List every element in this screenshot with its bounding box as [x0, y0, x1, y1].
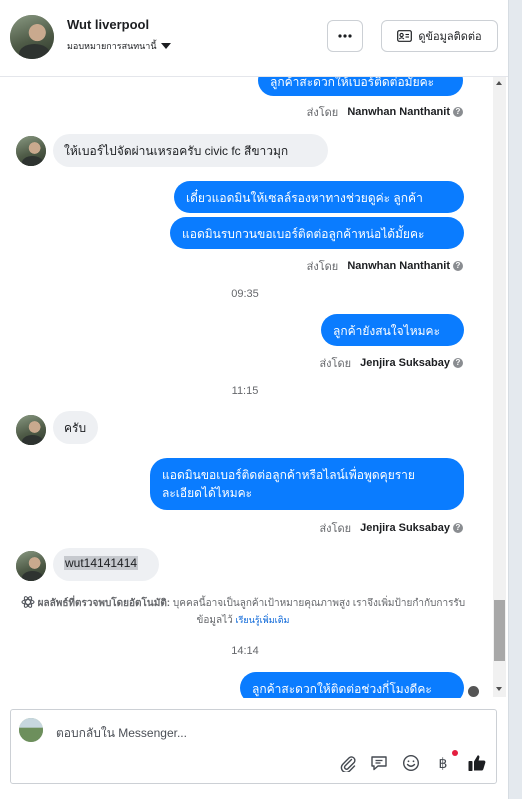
reply-input[interactable]: ตอบกลับใน Messenger... [56, 724, 187, 743]
notification-dot [452, 750, 458, 756]
like-button[interactable] [466, 752, 488, 774]
reply-composer[interactable]: ตอบกลับใน Messenger... ฿ [10, 709, 497, 784]
caret-down-icon [160, 43, 171, 49]
message-outgoing: แอดมินรบกวนขอเบอร์ติดต่อลูกค้าหน่อได้มั้… [170, 217, 464, 249]
help-icon[interactable]: ? [453, 261, 463, 271]
like-icon [468, 755, 486, 771]
conversation-header: Wut liverpool มอบหมายการสนทนานี้ ดูข้อมู… [0, 0, 508, 77]
message-outgoing: ลูกค้ายังสนใจไหมคะ [321, 314, 464, 346]
sent-by-label: ส่งโดย Jenjira Suksabay ? [319, 354, 463, 372]
message-outgoing: ลูกค้าสะดวกให้เบอร์ติดต่อมั้ยคะ [258, 77, 463, 96]
view-contact-button[interactable]: ดูข้อมูลติดต่อ [381, 20, 498, 52]
help-icon[interactable]: ? [453, 523, 463, 533]
help-icon[interactable]: ? [453, 358, 463, 368]
page-avatar [19, 718, 43, 742]
view-contact-label: ดูข้อมูลติดต่อ [418, 31, 482, 43]
scroll-thumb[interactable] [494, 600, 505, 661]
help-icon[interactable]: ? [453, 107, 463, 117]
contact-avatar-small [16, 136, 46, 166]
attach-button[interactable] [337, 752, 359, 774]
conversation-panel: Wut liverpool มอบหมายการสนทนานี้ ดูข้อมู… [0, 0, 509, 799]
attach-icon [340, 756, 356, 772]
contact-avatar-small [16, 415, 46, 445]
timestamp: 09:35 [231, 288, 259, 300]
learn-more-link[interactable]: เรียนรู้เพิ่มเติม [236, 615, 290, 625]
message-outgoing: เดี๋ยวแอดมินให้เซลล์รองหาทางช่วยดูค่ะ ลู… [174, 181, 464, 213]
contact-avatar[interactable] [10, 15, 54, 59]
emoji-button[interactable] [400, 752, 422, 774]
message-thread: ลูกค้าสะดวกให้เบอร์ติดต่อมั้ยคะ ส่งโดย N… [0, 77, 490, 698]
thread-scrollbar[interactable] [493, 77, 506, 697]
emoji-icon [402, 754, 420, 772]
saved-reply-icon [371, 756, 387, 771]
message-outgoing: แอดมินขอเบอร์ติดต่อลูกค้าหรือไลน์เพื่อพู… [150, 458, 464, 510]
ai-detection-note: ผลลัพธ์ที่ตรวจพบโดยอัตโนมัติ: บุคคลนี้อา… [18, 595, 468, 629]
seen-avatar [468, 686, 479, 697]
payment-button[interactable]: ฿ [432, 752, 454, 774]
scroll-down-arrow[interactable] [496, 687, 502, 691]
assign-label: มอบหมายการสนทนานี้ [67, 41, 157, 51]
message-outgoing: ลูกค้าสะดวกให้ติดต่อช่วงกี่โมงดีคะ [240, 672, 464, 698]
highlighted-text[interactable]: wut14141414 [64, 556, 139, 570]
timestamp: 11:15 [231, 385, 259, 397]
timestamp: 14:14 [231, 645, 259, 657]
sent-by-label: ส่งโดย Nanwhan Nanthanit ? [307, 103, 463, 121]
assign-conversation-dropdown[interactable]: มอบหมายการสนทนานี้ [67, 39, 171, 53]
more-options-button[interactable] [327, 20, 363, 52]
contact-card-icon [397, 30, 413, 42]
baht-icon: ฿ [439, 756, 448, 772]
contact-name[interactable]: Wut liverpool [67, 17, 149, 32]
ai-icon [21, 596, 35, 608]
message-incoming: ครับ [53, 411, 98, 444]
saved-reply-button[interactable] [368, 752, 390, 774]
more-icon [338, 34, 352, 38]
scroll-up-arrow[interactable] [496, 81, 502, 85]
message-incoming: wut14141414 [53, 548, 159, 581]
contact-avatar-small [16, 551, 46, 581]
svg-text:฿: ฿ [439, 756, 448, 772]
message-incoming: ให้เบอร์ไปจัดผ่านเหรอครับ civic fc สีขาว… [53, 134, 328, 167]
sent-by-label: ส่งโดย Jenjira Suksabay ? [319, 519, 463, 537]
sent-by-label: ส่งโดย Nanwhan Nanthanit ? [307, 257, 463, 275]
